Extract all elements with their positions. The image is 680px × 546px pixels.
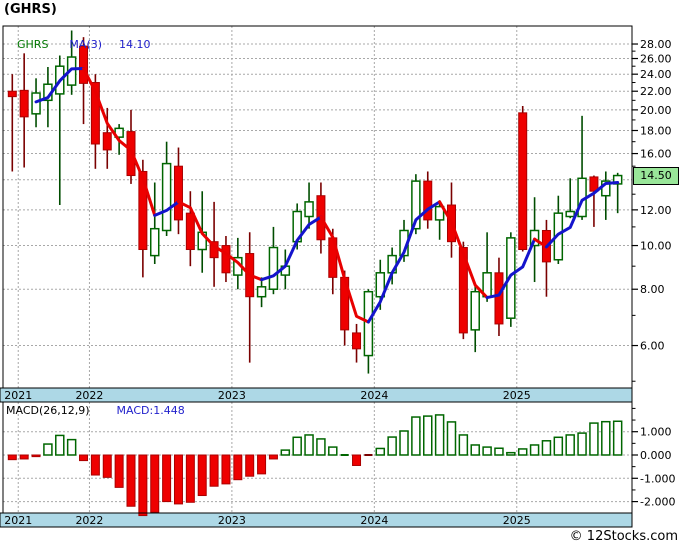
ma-indicator-value: 14.10 [119,38,151,51]
watermark-link[interactable]: © 12Stocks.com [570,529,678,544]
price-axis-label: 12.00 [640,204,672,217]
x-axis-year-label: 2024 [360,389,388,402]
macd-axis-label: -1.000 [640,472,675,485]
price-axis-label: 26.00 [640,53,672,66]
x-axis-year-label: 2022 [75,514,103,527]
x-axis-year-label: 2025 [503,389,531,402]
x-axis-year-label: 2023 [218,389,246,402]
x-axis-year-label: 2025 [503,514,531,527]
price-axis-label: 16.00 [640,148,672,161]
price-axis-label: 24.00 [640,68,672,81]
price-axis-label: 28.00 [640,38,672,51]
price-axis-label: 22.00 [640,85,672,98]
price-axis-label: 10.00 [640,240,672,253]
x-axis-year-label: 2021 [4,514,32,527]
last-price-badge: 14.50 [633,167,679,185]
page-title: (GHRS) [4,2,57,17]
macd-axis-label: -2.000 [640,496,675,509]
price-axis-label: 6.00 [640,340,665,353]
main-chart-legend: GHRS MA(3) 14.10 [17,38,151,51]
ma-indicator-label: MA(3) [69,38,103,51]
macd-params-label: MACD(26,12,9) [6,404,90,417]
macd-current-value: MACD:1.448 [116,404,185,417]
macd-panel-legend: MACD(26,12,9) MACD:1.448 [6,404,185,417]
macd-axis-label: 1.000 [640,426,672,439]
macd-axis-label: 0.000 [640,449,672,462]
price-axis-label: 20.00 [640,104,672,117]
symbol-label: GHRS [17,38,49,51]
chart-window: 2021 2021 2022 2022 2023 2023 2024 2024 2025 2025… [0,0,680,546]
x-axis-year-label: 2021 [4,389,32,402]
x-axis-year-label: 2023 [218,514,246,527]
price-axis-label: 18.00 [640,125,672,138]
price-chart: 2021 2021 2022 2022 2023 2023 2024 2024 2025 2025… [0,0,680,546]
x-axis-year-label: 2022 [75,389,103,402]
price-axis-label: 8.00 [640,283,665,296]
x-axis-year-label: 2024 [360,514,388,527]
